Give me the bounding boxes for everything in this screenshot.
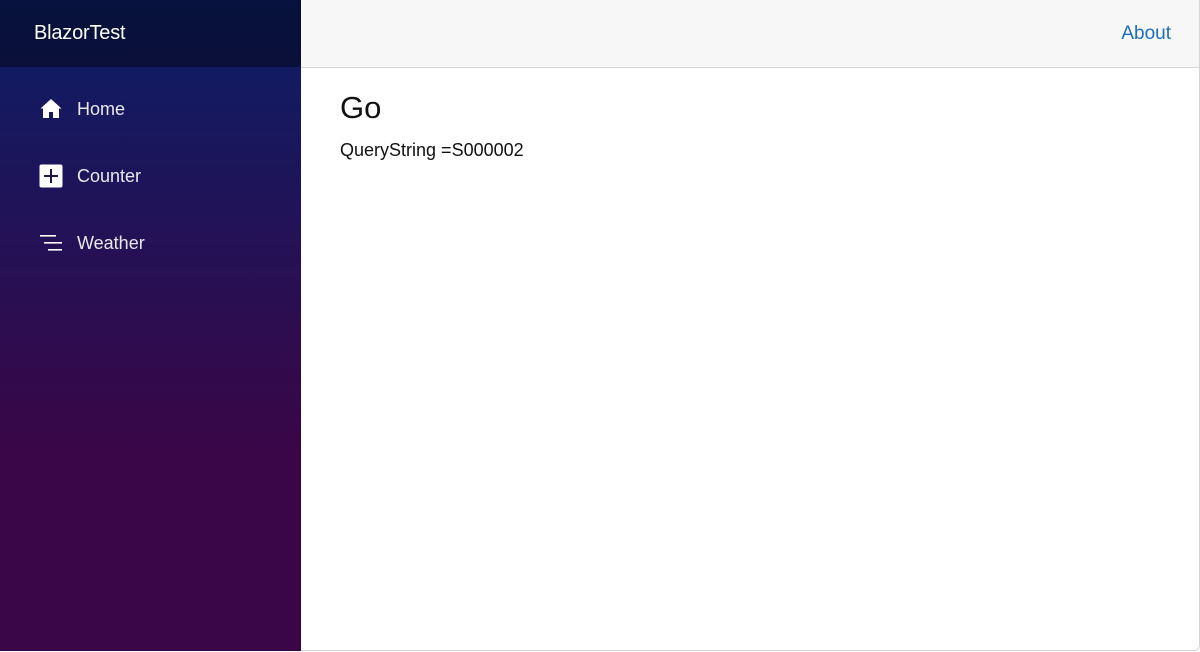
query-label: QueryString = [340,140,452,160]
page-title: Go [340,90,382,125]
main-panel: About Go QueryString =S000002 [301,0,1200,651]
sidebar-item-home[interactable]: Home [0,81,301,137]
page-content: Go QueryString =S000002 [301,68,1199,161]
sidebar-item-label: Home [77,98,126,119]
plus-square-icon [38,164,63,189]
about-link[interactable]: About [1121,23,1171,45]
home-icon [38,97,63,122]
brand-link[interactable]: BlazorTest [34,22,126,45]
sidebar-nav: Home Counter Weather [0,67,301,271]
sidebar-item-label: Counter [77,165,142,186]
query-string-text: QueryString =S000002 [340,140,1199,161]
sidebar-item-counter[interactable]: Counter [0,148,301,204]
sidebar-item-label: Weather [77,232,145,253]
sidebar: BlazorTest Home Counter Weather [0,0,301,651]
brand-bar: BlazorTest [0,0,301,67]
query-value: S000002 [451,140,524,160]
app-window: BlazorTest Home Counter Weather About Go… [0,0,1200,652]
list-icon [38,231,63,256]
top-row: About [301,0,1199,68]
sidebar-item-weather[interactable]: Weather [0,215,301,271]
